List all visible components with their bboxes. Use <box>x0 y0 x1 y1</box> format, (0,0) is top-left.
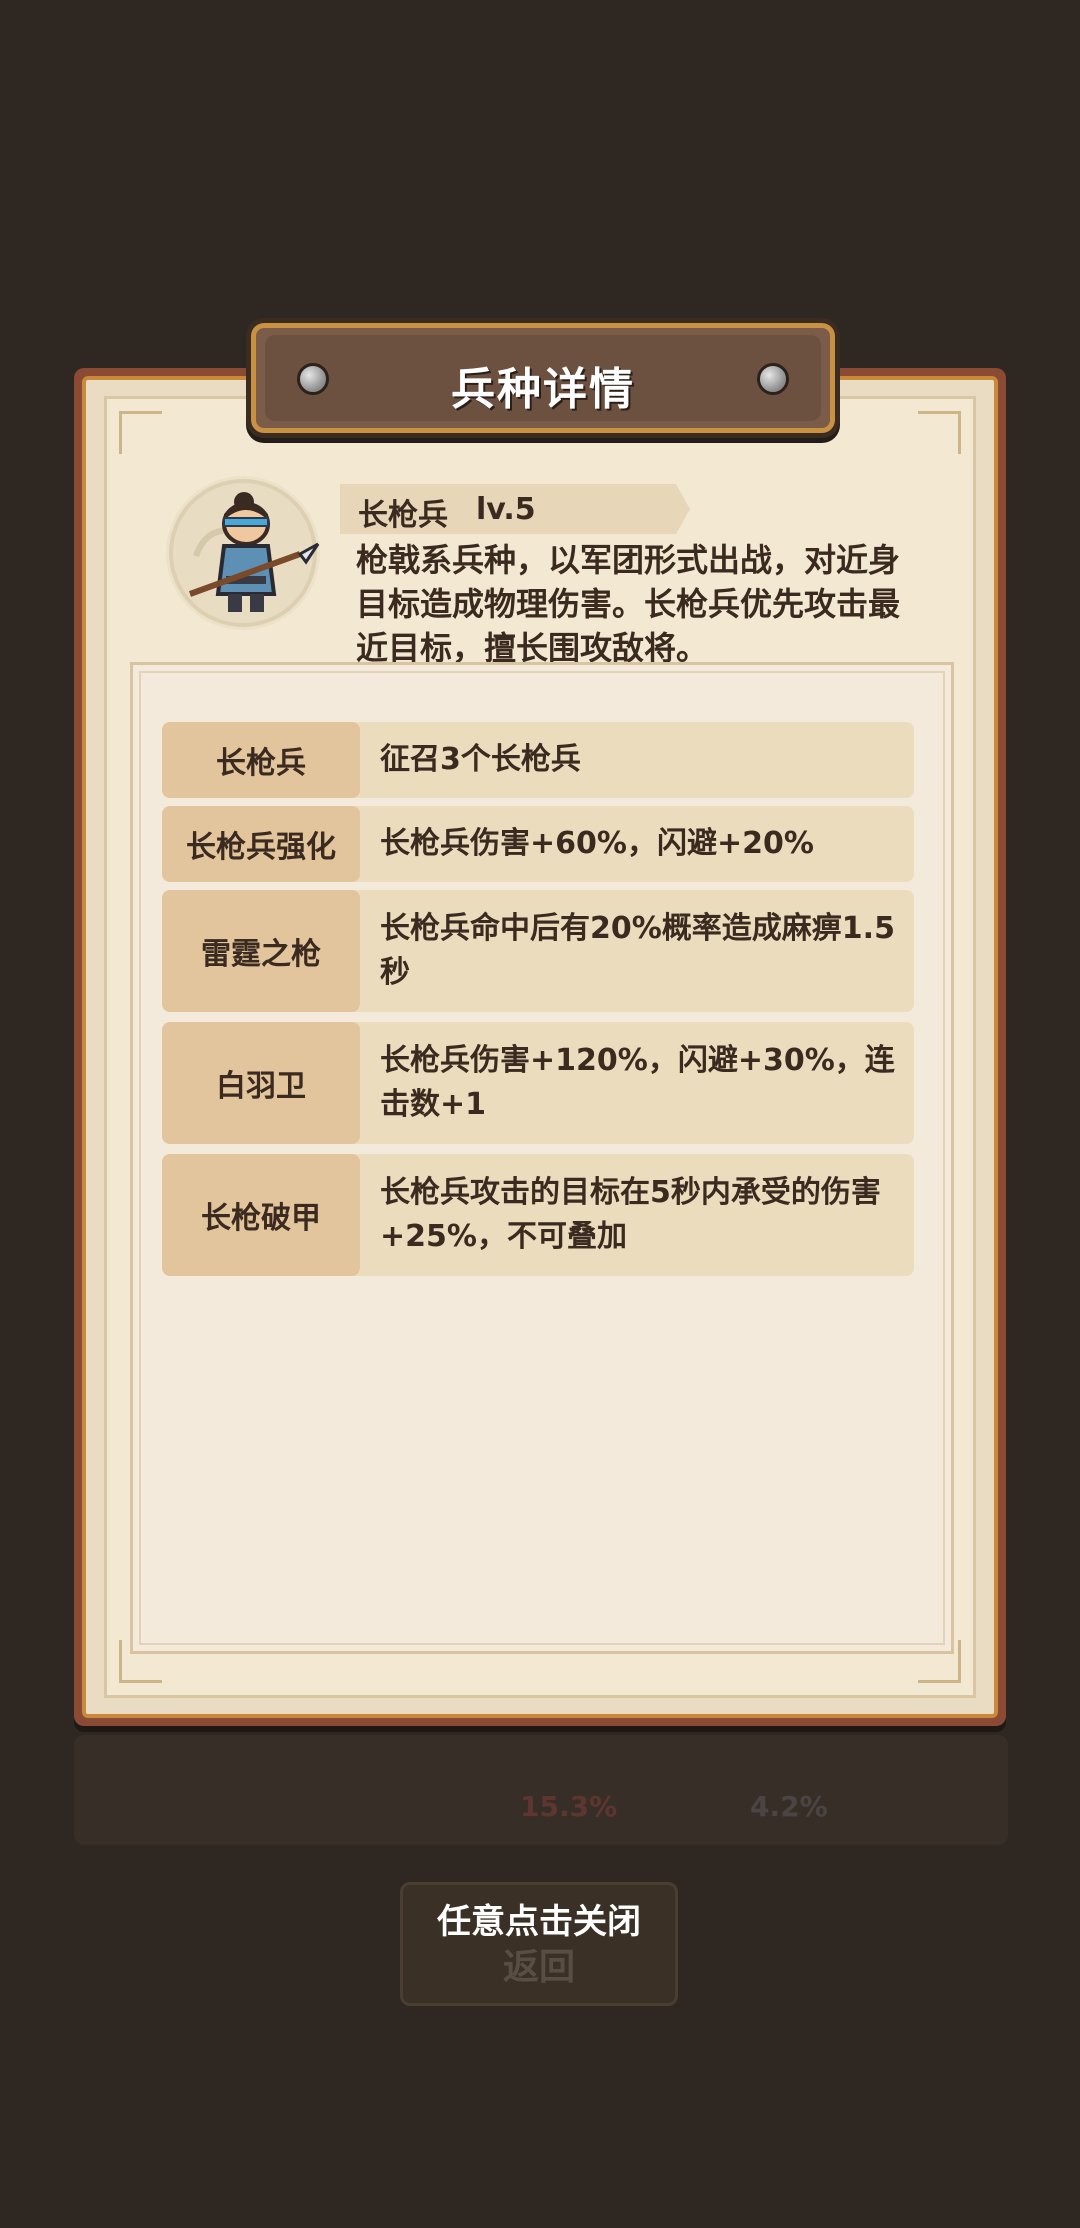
skill-row: 长枪兵 征召3个长枪兵 <box>162 722 914 798</box>
screen[interactable]: 15.3% 4.2% 兵种详情 长枪兵 lv.5 枪戟系兵种，以军团形式出战，对… <box>0 0 1080 2228</box>
back-button-label: 返回 <box>502 1947 575 1988</box>
skill-effect: 长枪兵命中后有20%概率造成麻痹1.5秒 <box>380 911 895 990</box>
spearman-avatar <box>166 476 320 630</box>
corner-ornament <box>119 411 162 454</box>
skill-name: 长枪破甲 <box>162 1154 360 1276</box>
skill-effect: 长枪兵伤害+120%，闪避+30%，连击数+1 <box>380 1043 895 1122</box>
spearman-icon <box>169 479 320 627</box>
skill-effect: 征召3个长枪兵 <box>380 742 581 777</box>
tap-to-close-hint: 任意点击关闭 <box>437 1902 641 1942</box>
background-defense-stat: 4.2% <box>750 1790 828 1823</box>
unit-name: 长枪兵 <box>358 498 448 533</box>
title-plaque: 兵种详情 <box>246 318 840 438</box>
unit-level: lv.5 <box>476 492 536 527</box>
skill-name: 长枪兵 <box>162 722 360 798</box>
dialog-title: 兵种详情 <box>451 364 635 415</box>
skill-name: 白羽卫 <box>162 1022 360 1144</box>
unit-description: 枪戟系兵种，以军团形式出战，对近身目标造成物理伤害。长枪兵优先攻击最近目标，擅长… <box>356 541 901 667</box>
skill-effect: 长枪兵伤害+60%，闪避+20% <box>380 826 814 861</box>
skill-row: 长枪兵强化 长枪兵伤害+60%，闪避+20% <box>162 806 914 882</box>
back-button[interactable]: 返回 任意点击关闭 <box>400 1882 678 2006</box>
skill-row: 白羽卫 长枪兵伤害+120%，闪避+30%，连击数+1 <box>162 1022 914 1144</box>
skill-name: 长枪兵强化 <box>162 806 360 882</box>
skill-row: 长枪破甲 长枪兵攻击的目标在5秒内承受的伤害+25%，不可叠加 <box>162 1154 914 1276</box>
background-attack-stat: 15.3% <box>520 1790 618 1823</box>
skill-effect: 长枪兵攻击的目标在5秒内承受的伤害+25%，不可叠加 <box>380 1175 881 1254</box>
skill-row: 雷霆之枪 长枪兵命中后有20%概率造成麻痹1.5秒 <box>162 890 914 1012</box>
corner-ornament <box>918 411 961 454</box>
skill-name: 雷霆之枪 <box>162 890 360 1012</box>
